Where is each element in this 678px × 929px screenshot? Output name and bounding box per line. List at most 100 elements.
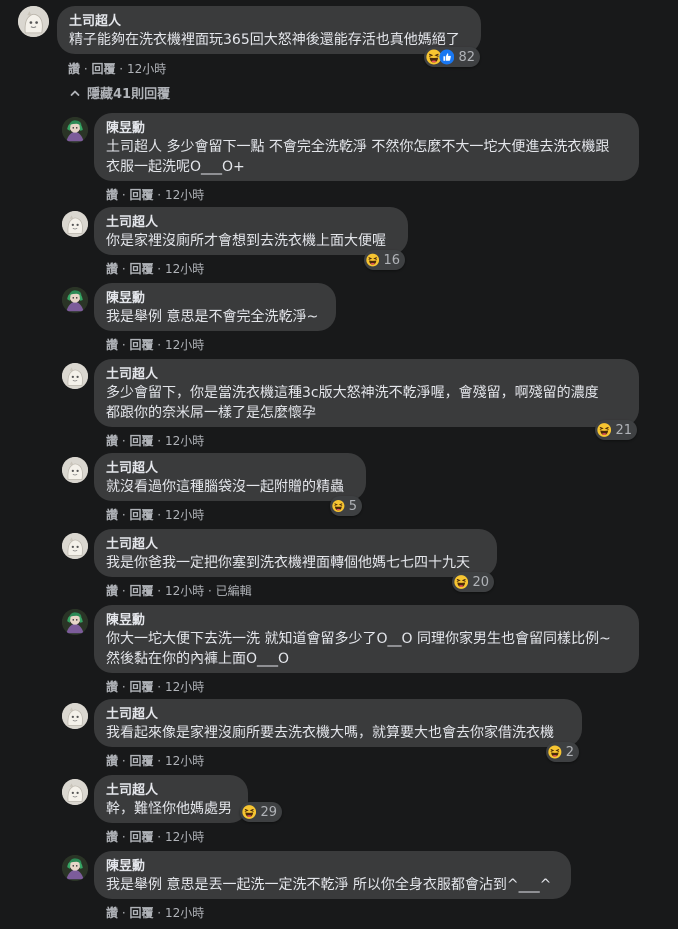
avatar[interactable] (62, 855, 88, 881)
haha-icon (366, 252, 379, 268)
reply-author[interactable]: 土司超人 (106, 366, 627, 383)
reaction-summary[interactable]: 2 (546, 742, 579, 762)
reply-bubble: 陳昱勳 我是舉例 意思是不會完全洗乾淨~ (94, 283, 336, 331)
reaction-summary[interactable]: 82 (424, 47, 480, 67)
reply-actions: 讚 · 回覆 · 12小時 (106, 680, 205, 694)
avatar[interactable] (62, 211, 88, 237)
reply-link[interactable]: 回覆 (129, 584, 153, 598)
reply-actions: 讚 · 回覆 · 12小時 (106, 508, 205, 522)
reply-item: 土司超人 就沒看過你這種腦袋沒一起附贈的精蟲 5 讚 · 回覆 · 12小時 (0, 453, 678, 531)
reply-item: 陳昱勳 我是舉例 意思是不會完全洗乾淨~ 讚 · 回覆 · 12小時 (0, 283, 678, 361)
timestamp[interactable]: 12小時 (165, 584, 204, 598)
like-link[interactable]: 讚 (106, 680, 118, 694)
reply-author[interactable]: 土司超人 (106, 536, 485, 553)
avatar[interactable] (62, 117, 88, 143)
reply-link[interactable]: 回覆 (91, 62, 115, 76)
reply-bubble: 陳昱勳 土司超人 多少會留下一點 不會完全洗乾淨 不然你怎麼不大一坨大便進去洗衣機… (94, 113, 639, 181)
reply-item: 土司超人 你是家裡沒廁所才會想到去洗衣機上面大便喔 16 讚 · 回覆 · 12小時 (0, 207, 678, 285)
timestamp[interactable]: 12小時 (165, 508, 204, 522)
timestamp[interactable]: 12小時 (165, 906, 204, 920)
timestamp[interactable]: 12小時 (165, 680, 204, 694)
reply-item: 陳昱勳 土司超人 多少會留下一點 不會完全洗乾淨 不然你怎麼不大一坨大便進去洗衣機… (0, 113, 678, 211)
avatar[interactable] (18, 6, 49, 37)
timestamp[interactable]: 12小時 (165, 262, 204, 276)
reply-author[interactable]: 陳昱勳 (106, 290, 324, 307)
reaction-summary[interactable]: 20 (452, 572, 494, 592)
like-link[interactable]: 讚 (106, 754, 118, 768)
reply-text-line: 你大一坨大便下去洗一洗 就知道會留多少了O__O 同理你家男生也會留同樣比例~ (106, 631, 611, 647)
reply-author[interactable]: 陳昱勳 (106, 858, 559, 875)
reply-bubble: 陳昱勳 我是舉例 意思是丟一起洗一定洗不乾淨 所以你全身衣服都會沾到^___^ (94, 851, 571, 899)
reply-actions: 讚 · 回覆 · 12小時 · 已編輯 (106, 584, 252, 598)
reply-link[interactable]: 回覆 (129, 434, 153, 448)
like-link[interactable]: 讚 (106, 262, 118, 276)
like-link[interactable]: 讚 (106, 508, 118, 522)
hide-replies-toggle[interactable]: 隱藏41則回覆 (69, 86, 170, 104)
reaction-summary[interactable]: 5 (330, 496, 362, 516)
timestamp[interactable]: 12小時 (165, 830, 204, 844)
reply-author[interactable]: 陳昱勳 (106, 612, 627, 629)
avatar[interactable] (62, 779, 88, 805)
reaction-summary[interactable]: 29 (240, 802, 282, 822)
avatar[interactable] (62, 533, 88, 559)
like-link[interactable]: 讚 (68, 62, 80, 76)
comment-author[interactable]: 土司超人 (69, 13, 469, 30)
reply-link[interactable]: 回覆 (129, 754, 153, 768)
reaction-count: 2 (565, 744, 574, 760)
reply-author[interactable]: 土司超人 (106, 460, 354, 477)
timestamp[interactable]: 12小時 (165, 434, 204, 448)
reply-item: 陳昱勳你大一坨大便下去洗一洗 就知道會留多少了O__O 同理你家男生也會留同樣比… (0, 605, 678, 703)
reply-text-line: 衣服一起洗呢O___O+ (106, 159, 245, 175)
reply-author[interactable]: 土司超人 (106, 214, 396, 231)
reply-link[interactable]: 回覆 (129, 830, 153, 844)
avatar[interactable] (62, 609, 88, 635)
timestamp[interactable]: 12小時 (165, 188, 204, 202)
haha-icon (242, 804, 256, 820)
avatar-toast-icon (62, 457, 88, 483)
reply-actions: 讚 · 回覆 · 12小時 (106, 188, 205, 202)
reply-link[interactable]: 回覆 (129, 680, 153, 694)
avatar[interactable] (62, 703, 88, 729)
avatar[interactable] (62, 363, 88, 389)
like-link[interactable]: 讚 (106, 906, 118, 920)
reply-link[interactable]: 回覆 (129, 262, 153, 276)
reply-link[interactable]: 回覆 (129, 188, 153, 202)
avatar-chen-icon (62, 855, 88, 881)
reply-bubble: 土司超人幹，難怪你他媽處男 (94, 775, 248, 823)
reaction-summary[interactable]: 21 (595, 420, 637, 440)
timestamp[interactable]: 12小時 (127, 62, 166, 76)
avatar-toast-icon (62, 703, 88, 729)
avatar-toast-icon (62, 363, 88, 389)
reply-link[interactable]: 回覆 (129, 508, 153, 522)
reply-link[interactable]: 回覆 (129, 906, 153, 920)
reply-item: 土司超人 幹，難怪你他媽處男 29 讚 · 回覆 · 12小時 (0, 775, 678, 853)
like-link[interactable]: 讚 (106, 188, 118, 202)
like-link[interactable]: 讚 (106, 434, 118, 448)
reaction-summary[interactable]: 16 (364, 250, 405, 270)
reaction-count: 82 (458, 49, 475, 65)
reply-text-line: 多少會留下，你是當洗衣機這種3c版大怒神洗不乾淨喔，會殘留，啊殘留的濃度 (106, 385, 599, 401)
like-link[interactable]: 讚 (106, 584, 118, 598)
reaction-count: 16 (383, 252, 400, 268)
reply-text-line: 我看起來像是家裡沒廁所要去洗衣機大嗎，就算要大也會去你家借洗衣機 (106, 725, 554, 741)
haha-icon (548, 744, 562, 760)
reply-author[interactable]: 陳昱勳 (106, 120, 627, 137)
like-link[interactable]: 讚 (106, 830, 118, 844)
avatar[interactable] (62, 287, 88, 313)
edited-label[interactable]: 已編輯 (216, 584, 252, 598)
reply-author[interactable]: 土司超人 (106, 706, 570, 723)
reply-actions: 讚 · 回覆 · 12小時 (106, 830, 205, 844)
avatar[interactable] (62, 457, 88, 483)
reply-link[interactable]: 回覆 (129, 338, 153, 352)
reply-bubble: 陳昱勳你大一坨大便下去洗一洗 就知道會留多少了O__O 同理你家男生也會留同樣比… (94, 605, 639, 673)
timestamp[interactable]: 12小時 (165, 338, 204, 352)
haha-icon (332, 498, 345, 514)
comment-actions: 讚 · 回覆 · 12小時 (68, 62, 167, 76)
reply-actions: 讚 · 回覆 · 12小時 (106, 338, 205, 352)
like-link[interactable]: 讚 (106, 338, 118, 352)
reaction-count: 21 (615, 422, 632, 438)
avatar-toast-icon (62, 533, 88, 559)
reply-author[interactable]: 土司超人 (106, 782, 236, 799)
timestamp[interactable]: 12小時 (165, 754, 204, 768)
reply-text-line: 幹，難怪你他媽處男 (106, 801, 232, 817)
